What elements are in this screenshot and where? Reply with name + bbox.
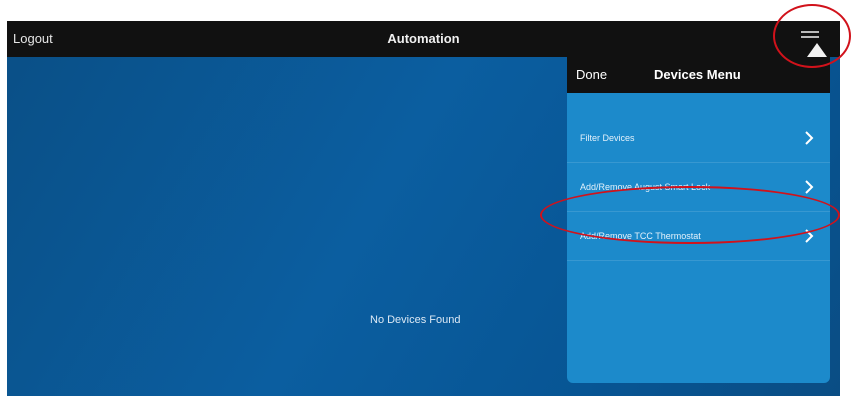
hamburger-line [801,31,819,33]
menu-item-add-remove-tcc-thermostat[interactable]: Add/Remove TCC Thermostat [567,212,830,261]
chevron-right-icon [805,229,814,243]
devices-menu-title: Devices Menu [654,67,741,82]
menu-item-label: Add/Remove August Smart Lock [580,182,711,192]
app-screen: Logout Automation No Devices Found Done … [7,21,840,396]
devices-menu-header: Done Devices Menu [567,57,830,93]
menu-item-label: Filter Devices [580,133,635,143]
top-bar: Logout Automation [7,21,840,57]
chevron-right-icon [805,180,814,194]
menu-item-add-remove-august-smart-lock[interactable]: Add/Remove August Smart Lock [567,163,830,212]
devices-menu-panel: Done Devices Menu Filter Devices Add/Rem… [567,57,830,383]
menu-item-label: Add/Remove TCC Thermostat [580,231,701,241]
menu-pointer [807,43,827,57]
page-title: Automation [387,31,460,46]
menu-item-filter-devices[interactable]: Filter Devices [567,114,830,163]
hamburger-line [801,36,819,38]
done-button[interactable]: Done [576,57,607,93]
empty-state-message: No Devices Found [370,314,461,326]
chevron-right-icon [805,131,814,145]
